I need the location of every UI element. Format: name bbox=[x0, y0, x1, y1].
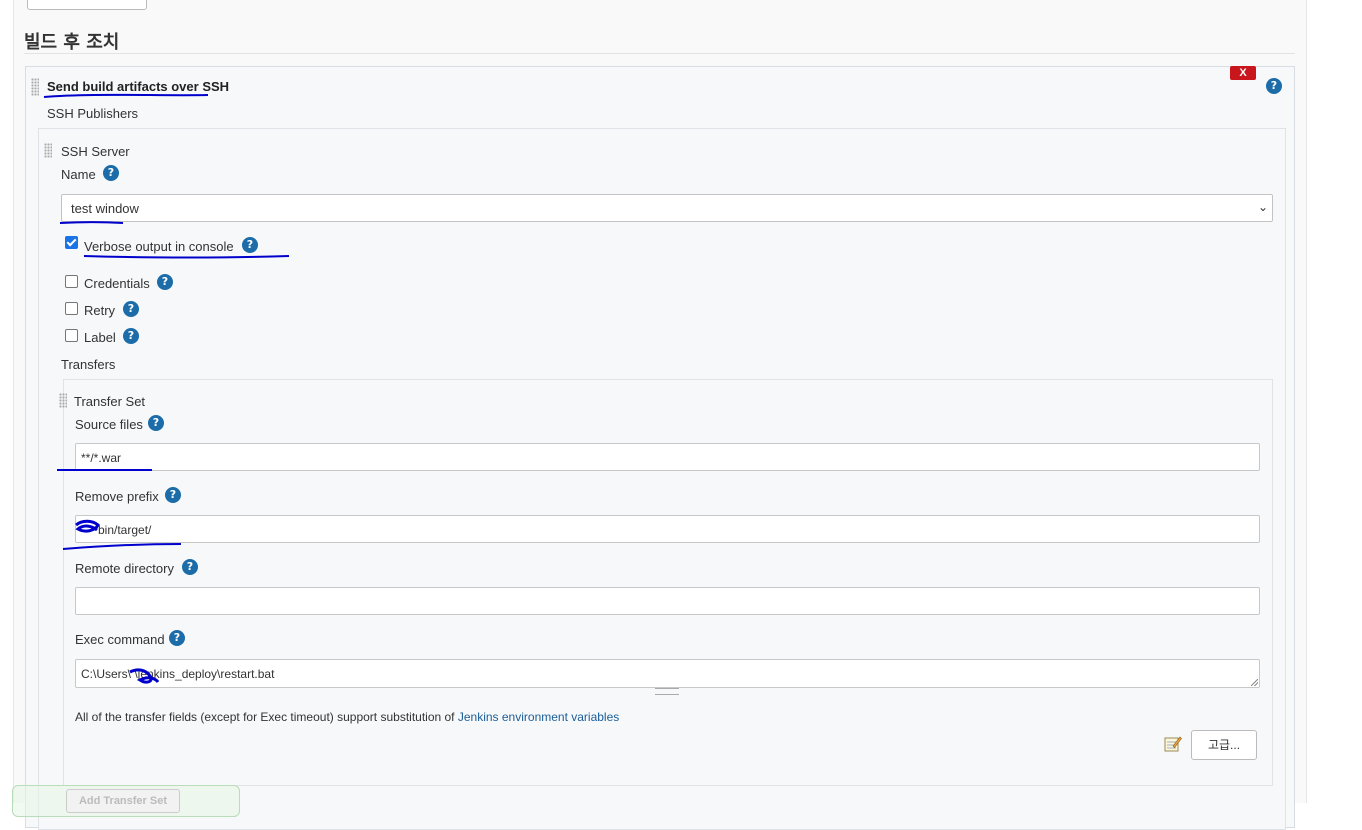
verbose-output-checkbox[interactable] bbox=[65, 236, 78, 249]
help-icon[interactable]: ? bbox=[242, 237, 258, 253]
retry-label: Retry bbox=[84, 303, 116, 318]
help-icon[interactable]: ? bbox=[169, 630, 185, 646]
remove-prefix-input[interactable]: bin/target/ bbox=[75, 515, 1260, 543]
textarea-expand-handle[interactable] bbox=[655, 688, 679, 695]
exec-command-label: Exec command bbox=[75, 632, 165, 647]
source-files-value: **/*.war bbox=[81, 451, 122, 465]
help-icon[interactable]: ? bbox=[182, 559, 198, 575]
verbose-output-label: Verbose output in console bbox=[84, 239, 234, 254]
resize-handle-icon[interactable] bbox=[1251, 679, 1258, 686]
remove-prefix-value: bin/target/ bbox=[98, 523, 152, 537]
help-icon[interactable]: ? bbox=[103, 165, 119, 181]
advanced-button[interactable]: 고급... bbox=[1191, 730, 1257, 760]
notepad-icon[interactable] bbox=[1164, 735, 1182, 752]
previous-section-button[interactable] bbox=[27, 0, 147, 10]
exec-command-value: C:\Users\ \jenkins_deploy\restart.bat bbox=[81, 667, 275, 681]
add-transfer-set-button[interactable]: Add Transfer Set bbox=[66, 789, 180, 813]
ssh-server-heading: SSH Server bbox=[61, 144, 130, 159]
source-files-input[interactable]: **/*.war bbox=[75, 443, 1260, 471]
server-name-value: test window bbox=[71, 201, 139, 216]
name-label: Name bbox=[61, 167, 96, 182]
transfer-set-heading: Transfer Set bbox=[74, 394, 146, 409]
help-icon[interactable]: ? bbox=[1266, 78, 1282, 94]
substitution-note-text: All of the transfer fields (except for E… bbox=[75, 710, 458, 724]
drag-handle-server[interactable] bbox=[44, 143, 52, 158]
help-icon[interactable]: ? bbox=[123, 301, 139, 317]
substitution-note: All of the transfer fields (except for E… bbox=[75, 710, 619, 724]
drag-handle-publisher[interactable] bbox=[31, 78, 39, 96]
delete-publisher-button[interactable]: X bbox=[1230, 66, 1256, 80]
label-option-label: Label bbox=[84, 330, 116, 345]
exec-command-textarea[interactable]: C:\Users\ \jenkins_deploy\restart.bat bbox=[75, 659, 1260, 688]
help-icon[interactable]: ? bbox=[157, 274, 173, 290]
retry-checkbox[interactable] bbox=[65, 302, 78, 315]
server-name-select[interactable]: test window ⌄ bbox=[61, 194, 1273, 222]
publisher-title: Send build artifacts over SSH bbox=[47, 79, 230, 94]
remote-directory-label: Remote directory bbox=[75, 561, 174, 576]
drag-handle-transfer[interactable] bbox=[59, 393, 67, 408]
section-divider bbox=[24, 53, 1295, 54]
label-checkbox[interactable] bbox=[65, 329, 78, 342]
ssh-publishers-label: SSH Publishers bbox=[47, 106, 139, 121]
transfers-label: Transfers bbox=[61, 357, 116, 372]
chevron-down-icon: ⌄ bbox=[1257, 200, 1268, 214]
env-variables-link[interactable]: Jenkins environment variables bbox=[458, 710, 619, 724]
remote-directory-input[interactable] bbox=[75, 587, 1260, 615]
help-icon[interactable]: ? bbox=[165, 487, 181, 503]
transfer-set-block bbox=[63, 379, 1273, 786]
credentials-checkbox[interactable] bbox=[65, 275, 78, 288]
credentials-label: Credentials bbox=[84, 276, 150, 291]
remove-prefix-label: Remove prefix bbox=[75, 489, 159, 504]
section-title: 빌드 후 조치 bbox=[24, 32, 120, 53]
help-icon[interactable]: ? bbox=[123, 328, 139, 344]
help-icon[interactable]: ? bbox=[148, 415, 164, 431]
source-files-label: Source files bbox=[75, 417, 143, 432]
